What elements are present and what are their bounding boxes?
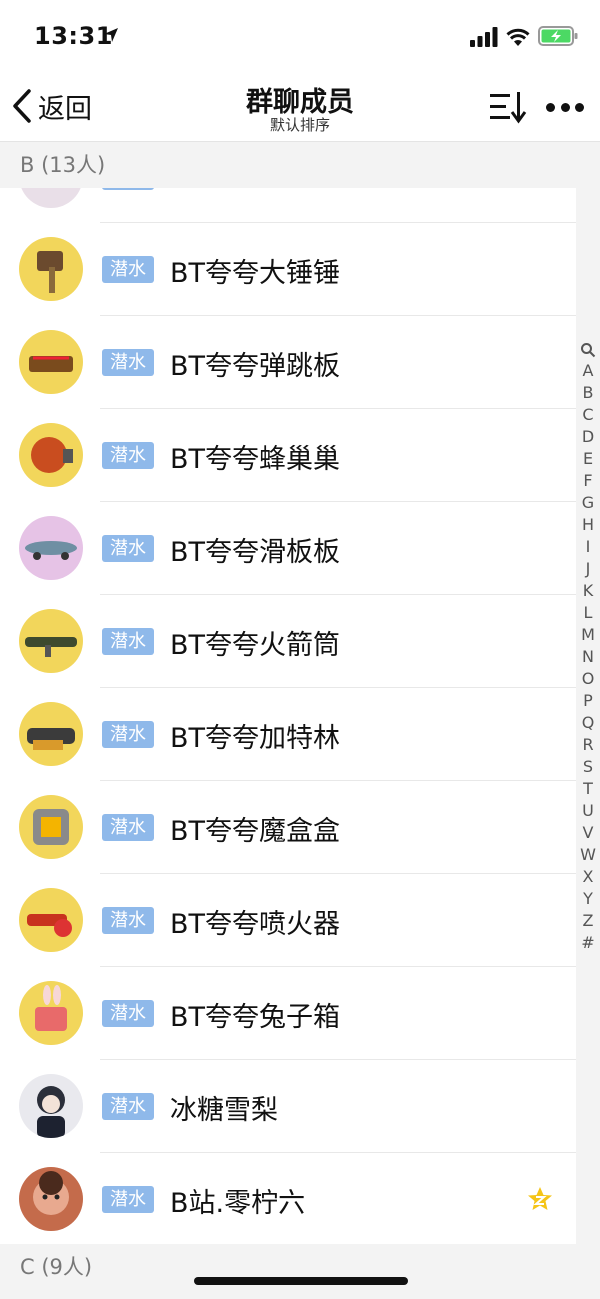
- more-dot-icon: [575, 102, 584, 112]
- index-letter[interactable]: N: [576, 646, 600, 668]
- index-letter[interactable]: Z: [576, 910, 600, 932]
- nav-bar: 返回 群聊成员 默认排序: [0, 72, 600, 142]
- list-item[interactable]: 潜水 BT夸夸加特林: [0, 688, 576, 781]
- list-item[interactable]: 潜水 BT夸夸蜂巢巢: [0, 409, 576, 502]
- member-name: BT夸夸滑板板: [170, 537, 341, 568]
- index-letter[interactable]: H: [576, 514, 600, 536]
- status-tag: 潜水: [102, 907, 154, 934]
- status-tag: [102, 188, 154, 190]
- index-letter[interactable]: R: [576, 734, 600, 756]
- index-letter[interactable]: B: [576, 382, 600, 404]
- bazooka-avatar: [19, 609, 83, 673]
- index-letter[interactable]: T: [576, 778, 600, 800]
- location-arrow-icon: [104, 28, 118, 42]
- member-list[interactable]: 潜水 BT夸夸大锤锤 潜水 BT夸夸弹跳板 潜水 BT夸夸蜂巢巢 潜水 BT夸夸滑板板 潜水 BT…: [0, 188, 576, 1244]
- member-name: BT夸夸大锤锤: [170, 258, 341, 289]
- index-letter[interactable]: M: [576, 624, 600, 646]
- index-letter[interactable]: F: [576, 470, 600, 492]
- index-letter[interactable]: K: [576, 580, 600, 602]
- home-indicator[interactable]: [194, 1277, 408, 1285]
- beehive-avatar: [19, 423, 83, 487]
- list-item[interactable]: 潜水 BT夸夸弹跳板: [0, 316, 576, 409]
- index-letter[interactable]: Q: [576, 712, 600, 734]
- list-item[interactable]: 潜水 BT夸夸喷火器: [0, 874, 576, 967]
- member-name: BT夸夸兔子箱: [170, 1002, 341, 1033]
- member-name: BT夸夸火箭筒: [170, 630, 341, 661]
- index-letter[interactable]: #: [576, 932, 600, 954]
- magic-box-avatar: [19, 795, 83, 859]
- index-letter[interactable]: C: [576, 404, 600, 426]
- battery-charging-icon: [538, 26, 578, 46]
- member-name: BT夸夸喷火器: [170, 909, 341, 940]
- list-item[interactable]: 潜水 BT夸夸大锤锤: [0, 223, 576, 316]
- alphabet-index[interactable]: A B C D E F G H I J K L M N O P Q R S T U V W X Y Z #: [576, 340, 600, 970]
- list-item[interactable]: 潜水 BT夸夸火箭筒: [0, 595, 576, 688]
- status-tag: 潜水: [102, 721, 154, 748]
- list-item[interactable]: 潜水 BT夸夸魔盒盒: [0, 781, 576, 874]
- hammer-avatar: [19, 237, 83, 301]
- list-item[interactable]: 潜水 B站.零柠六: [0, 1153, 576, 1244]
- status-bar: 13:31: [0, 0, 600, 72]
- more-dot-icon: [560, 102, 570, 112]
- status-tag: 潜水: [102, 814, 154, 841]
- list-item[interactable]: 潜水 冰糖雪梨: [0, 1060, 576, 1153]
- index-letter[interactable]: E: [576, 448, 600, 470]
- star-badge-icon: [528, 1187, 552, 1210]
- index-letter[interactable]: O: [576, 668, 600, 690]
- list-item-partial[interactable]: [0, 188, 576, 223]
- status-tag: 潜水: [102, 1000, 154, 1027]
- search-icon[interactable]: [580, 342, 596, 358]
- status-tag: 潜水: [102, 1093, 154, 1120]
- member-name: B站.零柠六: [170, 1188, 306, 1219]
- index-letter[interactable]: V: [576, 822, 600, 844]
- section-header-b: B (13人): [0, 142, 600, 188]
- index-letter[interactable]: J: [576, 558, 600, 580]
- status-tag: 潜水: [102, 442, 154, 469]
- member-name: BT夸夸加特林: [170, 723, 341, 754]
- index-letter[interactable]: L: [576, 602, 600, 624]
- index-letter[interactable]: I: [576, 536, 600, 558]
- status-tag: 潜水: [102, 628, 154, 655]
- skateboard-avatar: [19, 516, 83, 580]
- member-name: BT夸夸蜂巢巢: [170, 444, 341, 475]
- list-item[interactable]: 潜水 BT夸夸兔子箱: [0, 967, 576, 1060]
- more-options-button[interactable]: [546, 94, 584, 120]
- wifi-icon: [506, 28, 530, 46]
- status-tag: 潜水: [102, 535, 154, 562]
- index-letter[interactable]: W: [576, 844, 600, 866]
- bunny-box-avatar: [19, 981, 83, 1045]
- index-letter[interactable]: D: [576, 426, 600, 448]
- index-letter[interactable]: X: [576, 866, 600, 888]
- index-letter[interactable]: U: [576, 800, 600, 822]
- anime-girl-avatar: [19, 1074, 83, 1138]
- index-letter[interactable]: P: [576, 690, 600, 712]
- member-name: BT夸夸魔盒盒: [170, 816, 341, 847]
- member-name: BT夸夸弹跳板: [170, 351, 341, 382]
- index-letter[interactable]: A: [576, 360, 600, 382]
- index-letter[interactable]: G: [576, 492, 600, 514]
- avatar: [19, 188, 83, 208]
- child-photo-avatar: [19, 1167, 83, 1231]
- status-tag: 潜水: [102, 349, 154, 376]
- member-name: 冰糖雪梨: [170, 1095, 278, 1126]
- list-item[interactable]: 潜水 BT夸夸滑板板: [0, 502, 576, 595]
- index-letter[interactable]: Y: [576, 888, 600, 910]
- status-tag: 潜水: [102, 256, 154, 283]
- sort-icon[interactable]: [488, 90, 528, 124]
- status-tag: 潜水: [102, 1186, 154, 1213]
- cellular-signal-icon: [470, 27, 498, 47]
- index-letter[interactable]: S: [576, 756, 600, 778]
- flamethrower-avatar: [19, 888, 83, 952]
- more-dot-icon: [546, 102, 555, 112]
- trampoline-avatar: [19, 330, 83, 394]
- gatling-avatar: [19, 702, 83, 766]
